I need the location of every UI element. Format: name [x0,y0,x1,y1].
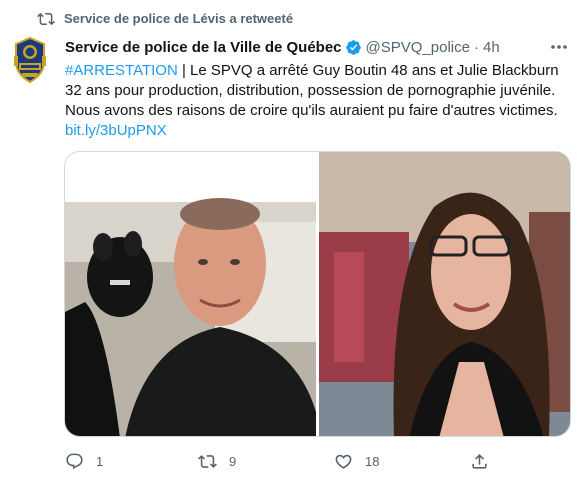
photo-man-with-dog[interactable] [65,152,316,437]
reply-button[interactable]: 1 [65,450,103,472]
retweet-count: 9 [229,453,237,469]
share-button[interactable] [470,450,489,472]
retweet-button[interactable]: 9 [198,450,236,472]
media-grid [64,151,571,437]
more-options-icon[interactable] [548,38,570,56]
photo-woman-with-glasses[interactable] [319,152,571,437]
share-icon [472,453,487,469]
author-handle[interactable]: @SPVQ_police [366,39,470,56]
tweet-text: #ARRESTATION | Le SPVQ a arrêté Guy Bout… [65,61,570,141]
heart-icon [335,454,352,469]
tweet-actions: 1 9 18 [0,450,584,472]
retweet-icon [37,12,55,26]
retweet-icon [198,454,217,468]
author-display-name[interactable]: Service de police de la Ville de Québec [65,39,342,56]
reply-icon [66,453,83,469]
tweet-timestamp[interactable]: 4h [483,39,500,56]
like-count: 18 [365,453,380,469]
url-link[interactable]: bit.ly/3bUpPNX [65,122,167,139]
retweet-banner-text: Service de police de Lévis a retweeté [64,11,294,26]
like-button[interactable]: 18 [334,450,379,472]
retweet-banner[interactable]: Service de police de Lévis a retweeté [37,9,293,29]
hashtag-link[interactable]: #ARRESTATION [65,62,178,79]
verified-badge-icon [345,39,361,55]
avatar[interactable] [10,36,50,84]
tweet-header: Service de police de la Ville de Québec … [65,37,500,57]
separator-dot: · [473,38,479,56]
reply-count: 1 [96,453,104,469]
